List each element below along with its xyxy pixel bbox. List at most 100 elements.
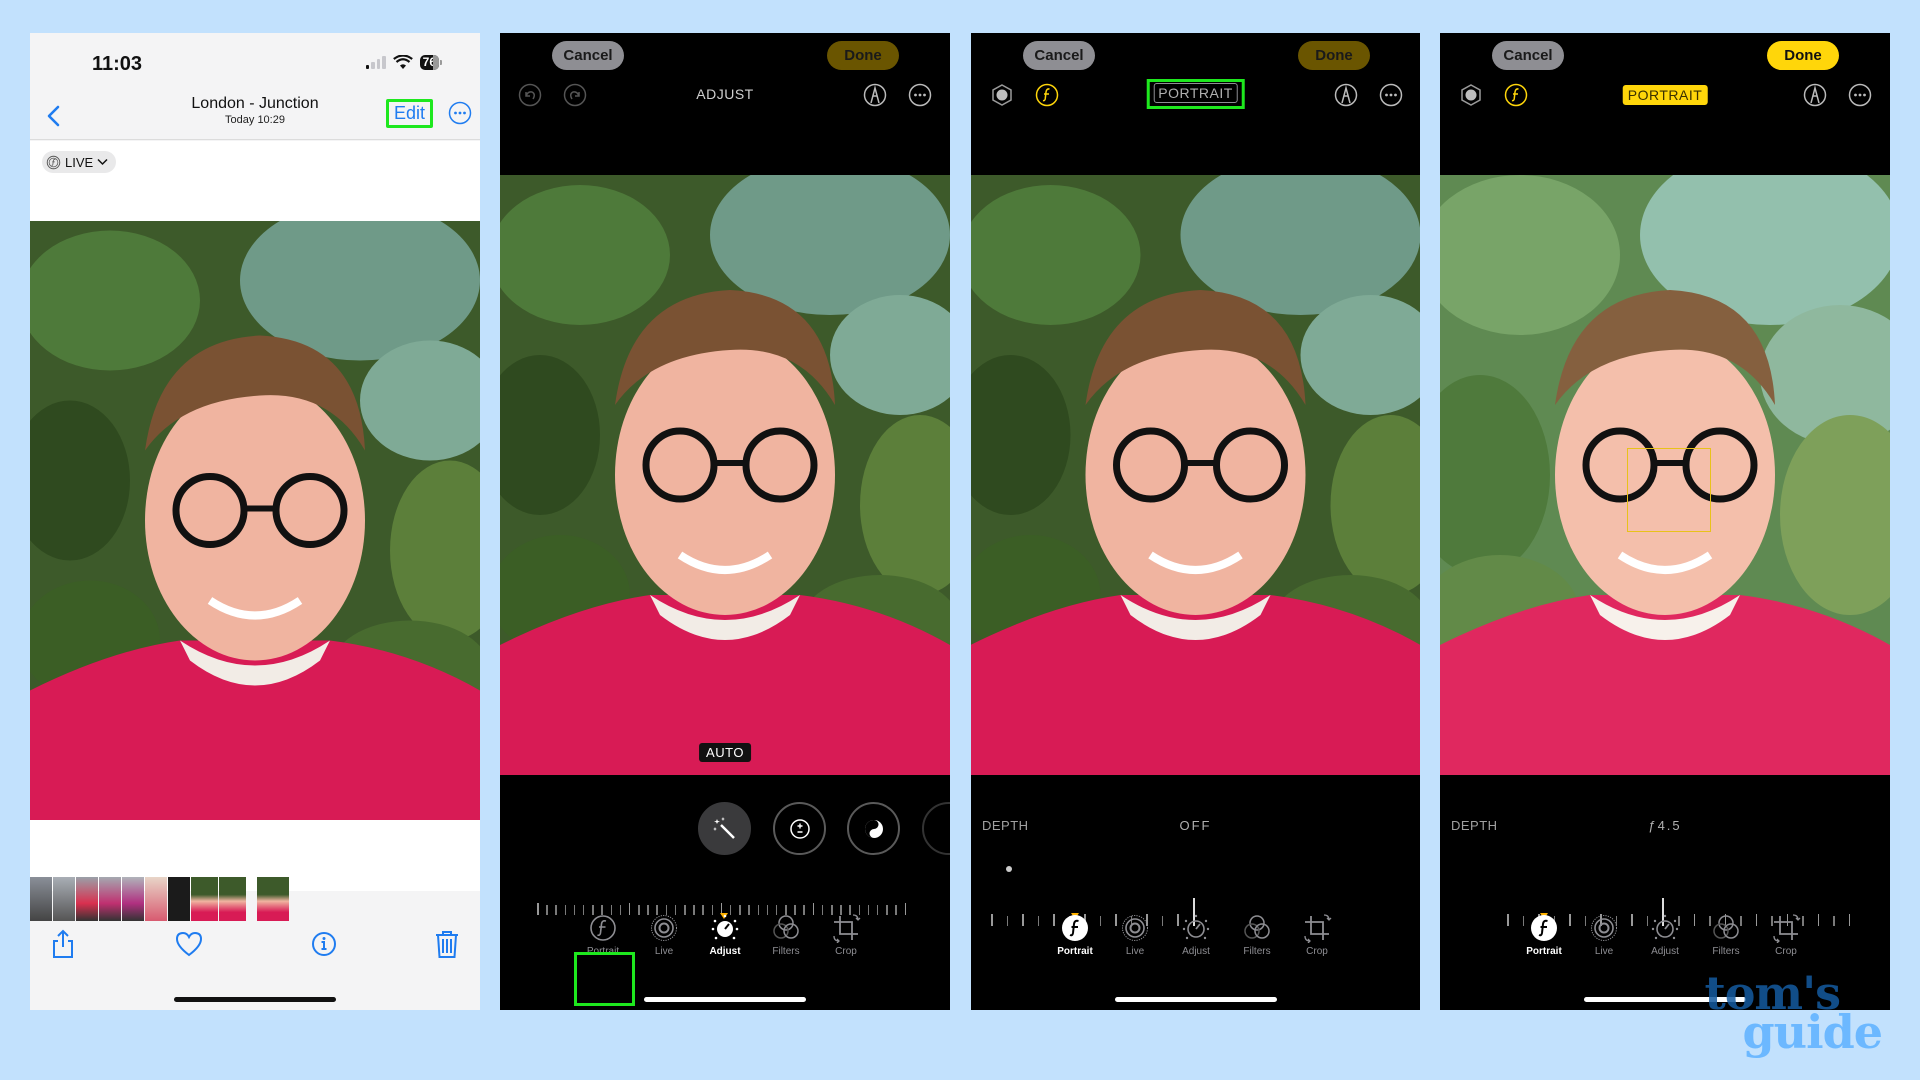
markup-icon[interactable] — [863, 83, 887, 107]
filmstrip-thumbnail[interactable] — [122, 877, 144, 921]
edit-button[interactable]: Edit — [386, 99, 433, 128]
highlight-outline: PORTRAIT — [1146, 79, 1245, 109]
live-photo-toggle[interactable]: LIVE — [42, 151, 117, 173]
brilliance-button[interactable] — [847, 802, 900, 855]
filmstrip-thumbnail[interactable] — [168, 877, 190, 921]
aperture-f-icon — [1060, 913, 1090, 943]
tab-filters[interactable]: Filters — [756, 913, 816, 957]
tab-label: Adjust — [709, 946, 741, 957]
live-photo-icon — [46, 155, 61, 169]
home-indicator — [1114, 997, 1277, 1002]
tab-label: Adjust — [1651, 946, 1679, 957]
edit-tabbar: Portrait Live Adjust Filters Crop — [971, 913, 1420, 973]
depth-aperture-icon[interactable] — [1035, 83, 1059, 107]
tab-label: Filters — [772, 946, 800, 957]
filmstrip-thumbnail[interactable] — [99, 877, 121, 921]
crop-icon — [1771, 913, 1801, 943]
more-options-icon[interactable] — [1379, 83, 1403, 107]
magic-wand-icon — [712, 816, 735, 839]
editing-photo — [500, 175, 950, 775]
toms-guide-watermark: tom's guide — [1704, 970, 1883, 1059]
portrait-toggle[interactable]: PORTRAIT — [1622, 85, 1708, 105]
home-indicator — [644, 997, 806, 1002]
tab-label: Live — [1594, 946, 1614, 957]
status-bar: 11:03 76 — [30, 33, 480, 93]
tab-label: Filters — [1712, 946, 1740, 957]
adjust-dial-icon — [1650, 913, 1680, 943]
adjust-dial-icon — [710, 913, 740, 943]
filmstrip-thumbnail[interactable] — [30, 877, 52, 921]
done-button[interactable]: Done — [827, 41, 899, 70]
tab-adjust[interactable]: Adjust — [695, 913, 755, 957]
photo-filmstrip[interactable] — [30, 877, 289, 921]
adjust-dial-icon — [1181, 913, 1211, 943]
tab-crop[interactable]: Crop — [1756, 913, 1816, 957]
auto-enhance-button[interactable] — [698, 802, 751, 855]
ellipsis-circle-icon[interactable] — [448, 101, 472, 125]
filmstrip-thumbnail[interactable] — [145, 877, 167, 921]
watermark-line2: guide — [1742, 1004, 1883, 1059]
more-options-icon[interactable] — [1848, 83, 1872, 107]
heart-icon[interactable] — [174, 928, 204, 960]
crop-icon — [1302, 913, 1332, 943]
tab-portrait[interactable]: Portrait — [1045, 913, 1105, 957]
cancel-button[interactable]: Cancel — [552, 41, 624, 70]
photos-viewer-screen: 11:03 76 London - Junction Today 10:29 E… — [30, 33, 480, 1010]
selfie-photo — [30, 221, 480, 820]
tab-label: Live — [654, 946, 674, 957]
more-options-icon[interactable] — [908, 83, 932, 107]
crop-icon — [831, 913, 861, 943]
filmstrip-thumbnail[interactable] — [219, 877, 246, 921]
cancel-button[interactable]: Cancel — [1492, 41, 1564, 70]
tab-portrait[interactable]: Portrait — [573, 913, 633, 957]
tab-live[interactable]: Live — [1105, 913, 1165, 957]
brilliance-icon — [864, 819, 883, 838]
live-label: LIVE — [65, 154, 94, 170]
live-icon — [1589, 913, 1619, 943]
tab-adjust[interactable]: Adjust — [1635, 913, 1695, 957]
tab-filters[interactable]: Filters — [1227, 913, 1287, 957]
tab-portrait[interactable]: Portrait — [1514, 913, 1574, 957]
editing-photo — [971, 175, 1420, 775]
portrait-lighting-icon[interactable] — [1459, 83, 1483, 107]
share-icon[interactable] — [48, 928, 78, 960]
filmstrip-thumbnail[interactable] — [53, 877, 75, 921]
filters-icon — [1242, 913, 1272, 943]
tab-label: Crop — [835, 946, 857, 957]
filmstrip-thumbnail[interactable] — [191, 877, 218, 921]
edit-portrait-off-screen: Cancel Done PORTRAIT DEPTH OFF Portrait … — [971, 33, 1420, 1010]
auto-badge: AUTO — [699, 743, 751, 762]
focus-box[interactable] — [1627, 448, 1711, 532]
highlight-portrait-tab — [574, 952, 635, 1006]
filmstrip-thumbnail-current[interactable] — [257, 877, 289, 921]
aperture-f-icon — [1529, 913, 1559, 943]
cellular-signal-icon — [365, 56, 386, 69]
exposure-button[interactable] — [773, 802, 826, 855]
cancel-button[interactable]: Cancel — [1023, 41, 1095, 70]
done-button[interactable]: Done — [1298, 41, 1370, 70]
markup-icon[interactable] — [1803, 83, 1827, 107]
info-icon[interactable] — [309, 928, 339, 960]
tab-label: Crop — [1775, 946, 1797, 957]
tab-live[interactable]: Live — [1574, 913, 1634, 957]
markup-icon[interactable] — [1334, 83, 1358, 107]
next-adjust-tool-button[interactable] — [922, 802, 950, 855]
battery-icon: 76 — [419, 55, 442, 70]
tab-label: Portrait — [1057, 946, 1093, 957]
status-time: 11:03 — [92, 53, 143, 75]
edit-tabbar: Portrait Live Adjust Filters Crop — [1440, 913, 1890, 973]
trash-icon[interactable] — [432, 928, 462, 960]
tab-adjust[interactable]: Adjust — [1166, 913, 1226, 957]
wifi-icon — [392, 55, 413, 69]
filmstrip-thumbnail[interactable] — [76, 877, 98, 921]
tab-crop[interactable]: Crop — [1287, 913, 1347, 957]
live-icon — [649, 913, 679, 943]
done-button[interactable]: Done — [1767, 41, 1839, 70]
portrait-lighting-icon[interactable] — [990, 83, 1014, 107]
edit-portrait-on-screen: Cancel Done PORTRAIT DEPTH ƒ4.5 Portrait… — [1440, 33, 1890, 1010]
tab-filters[interactable]: Filters — [1696, 913, 1756, 957]
tab-live[interactable]: Live — [634, 913, 694, 957]
portrait-toggle[interactable]: PORTRAIT — [1153, 83, 1238, 103]
depth-aperture-icon[interactable] — [1504, 83, 1528, 107]
tab-crop[interactable]: Crop — [816, 913, 876, 957]
